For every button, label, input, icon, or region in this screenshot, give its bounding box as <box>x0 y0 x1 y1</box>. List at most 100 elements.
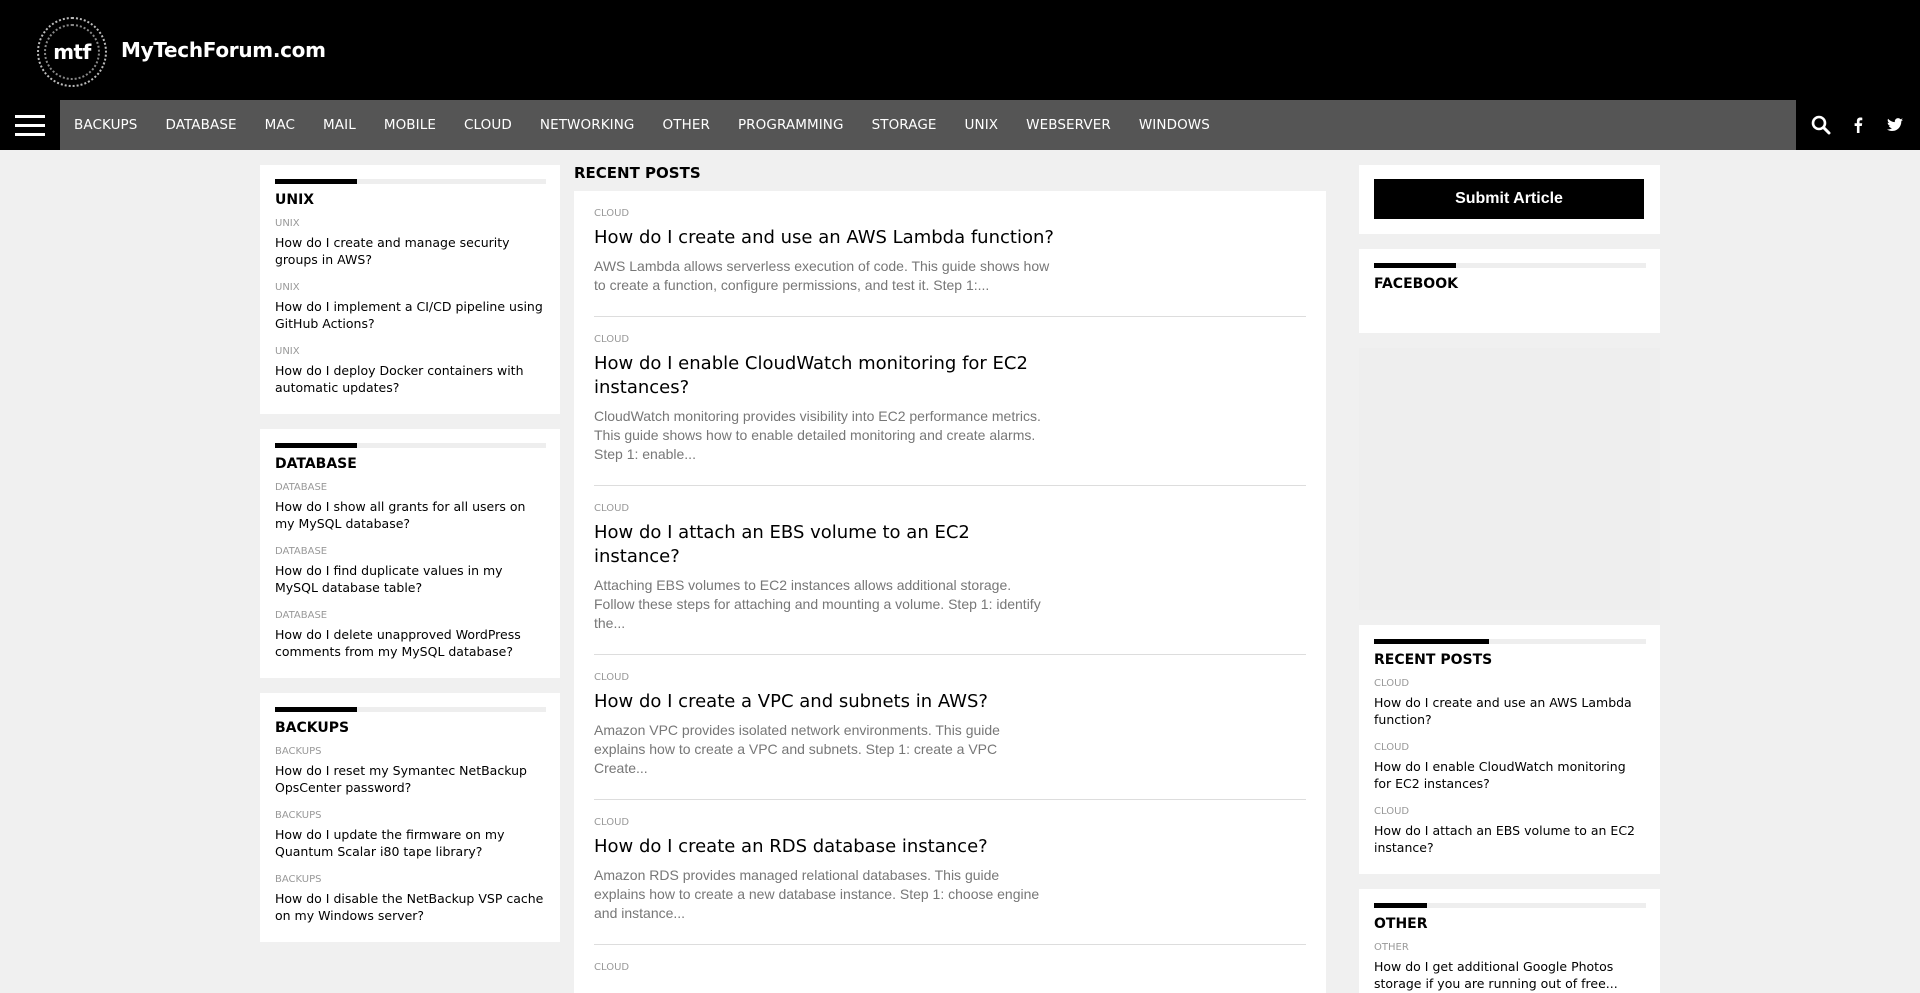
twitter-icon[interactable] <box>1880 110 1910 140</box>
post-item: CLOUD How do I enable CloudWatch monitor… <box>594 317 1306 486</box>
site-logo[interactable]: mtf <box>37 17 107 87</box>
nav-item-unix[interactable]: UNIX <box>951 117 1013 133</box>
post-title[interactable]: How do I create an RDS database instance… <box>594 835 1054 859</box>
widget-title: FACEBOOK <box>1374 276 1458 292</box>
nav-item-other[interactable]: OTHER <box>649 117 724 133</box>
list-item: UNIX How do I implement a CI/CD pipeline… <box>275 282 546 332</box>
nav-item-programming[interactable]: PROGRAMMING <box>724 117 858 133</box>
widget-divider <box>275 179 546 184</box>
post-category[interactable]: CLOUD <box>594 817 1306 828</box>
post-excerpt: CloudWatch monitoring provides visibilit… <box>594 408 1041 462</box>
nav-item-mail[interactable]: MAIL <box>309 117 370 133</box>
post-category[interactable]: CLOUD <box>594 672 1306 683</box>
item-category[interactable]: UNIX <box>275 346 546 357</box>
item-title[interactable]: How do I create and manage security grou… <box>275 235 546 268</box>
post-category[interactable]: CLOUD <box>594 208 1306 219</box>
item-category[interactable]: UNIX <box>275 282 546 293</box>
nav-actions <box>1796 100 1920 150</box>
nav-item-mobile[interactable]: MOBILE <box>370 117 450 133</box>
post-excerpt: Amazon RDS provides managed relational d… <box>594 867 1040 921</box>
post-item: CLOUD How do I create and use an AWS Lam… <box>594 191 1306 317</box>
ad-placeholder <box>1359 348 1660 610</box>
submit-article-button[interactable]: Submit Article <box>1374 179 1644 219</box>
widget-facebook: FACEBOOK <box>1359 249 1660 333</box>
left-sidebar: UNIX UNIX How do I create and manage sec… <box>260 165 560 957</box>
list-item: DATABASE How do I delete unapproved Word… <box>275 610 546 660</box>
item-title[interactable]: How do I create and use an AWS Lambda fu… <box>1374 695 1646 728</box>
widget-title: UNIX <box>275 192 315 208</box>
nav-item-backups[interactable]: BACKUPS <box>60 117 151 133</box>
widget-title: RECENT POSTS <box>1374 652 1493 668</box>
list-item: BACKUPS How do I update the firmware on … <box>275 810 546 860</box>
list-item: BACKUPS How do I reset my Symantec NetBa… <box>275 746 546 796</box>
post-title[interactable]: How do I attach an EBS volume to an EC2 … <box>594 521 1054 569</box>
item-category[interactable]: DATABASE <box>275 482 546 493</box>
post-item: CLOUD <box>594 945 1306 993</box>
list-item: BACKUPS How do I disable the NetBackup V… <box>275 874 546 924</box>
right-sidebar: Submit Article FACEBOOK RECENT POSTS CLO… <box>1359 165 1660 993</box>
item-title[interactable]: How do I delete unapproved WordPress com… <box>275 627 546 660</box>
item-category[interactable]: BACKUPS <box>275 810 546 821</box>
nav-item-database[interactable]: DATABASE <box>151 117 250 133</box>
widget-other: OTHER OTHER How do I get additional Goog… <box>1359 889 1660 993</box>
item-title[interactable]: How do I find duplicate values in my MyS… <box>275 563 546 596</box>
item-title[interactable]: How do I deploy Docker containers with a… <box>275 363 546 396</box>
list-item: CLOUD How do I enable CloudWatch monitor… <box>1374 742 1646 792</box>
nav-item-webserver[interactable]: WEBSERVER <box>1012 117 1125 133</box>
item-category[interactable]: DATABASE <box>275 546 546 557</box>
submit-widget: Submit Article <box>1359 165 1660 234</box>
widget-divider <box>1374 263 1646 268</box>
list-item: CLOUD How do I attach an EBS volume to a… <box>1374 806 1646 856</box>
list-item: UNIX How do I create and manage security… <box>275 218 546 268</box>
list-item: CLOUD How do I create and use an AWS Lam… <box>1374 678 1646 728</box>
item-title[interactable]: How do I show all grants for all users o… <box>275 499 546 532</box>
item-category[interactable]: UNIX <box>275 218 546 229</box>
item-category[interactable]: BACKUPS <box>275 874 546 885</box>
widget-divider <box>275 443 546 448</box>
item-category[interactable]: CLOUD <box>1374 678 1646 689</box>
post-category[interactable]: CLOUD <box>594 503 1306 514</box>
widget-backups: BACKUPS BACKUPS How do I reset my Symant… <box>260 693 560 942</box>
post-category[interactable]: CLOUD <box>594 962 1306 973</box>
item-category[interactable]: CLOUD <box>1374 742 1646 753</box>
item-category[interactable]: BACKUPS <box>275 746 546 757</box>
search-icon[interactable] <box>1806 110 1836 140</box>
item-category[interactable]: OTHER <box>1374 942 1646 953</box>
facebook-icon[interactable] <box>1843 110 1873 140</box>
list-item: UNIX How do I deploy Docker containers w… <box>275 346 546 396</box>
nav-item-networking[interactable]: NETWORKING <box>526 117 649 133</box>
post-item: CLOUD How do I attach an EBS volume to a… <box>594 486 1306 655</box>
site-name[interactable]: MyTechForum.com <box>121 38 326 62</box>
list-item: OTHER How do I get additional Google Pho… <box>1374 942 1646 992</box>
widget-divider <box>1374 903 1646 908</box>
widget-title: OTHER <box>1374 916 1428 932</box>
item-title[interactable]: How do I disable the NetBackup VSP cache… <box>275 891 546 924</box>
main-navigation: BACKUPS DATABASE MAC MAIL MOBILE CLOUD N… <box>0 100 1920 150</box>
post-title[interactable]: How do I create and use an AWS Lambda fu… <box>594 226 1054 250</box>
widget-recent-posts: RECENT POSTS CLOUD How do I create and u… <box>1359 625 1660 874</box>
item-title[interactable]: How do I enable CloudWatch monitoring fo… <box>1374 759 1646 792</box>
nav-item-mac[interactable]: MAC <box>251 117 309 133</box>
site-header: mtf MyTechForum.com <box>0 0 1920 100</box>
post-excerpt: Attaching EBS volumes to EC2 instances a… <box>594 577 1041 631</box>
item-title[interactable]: How do I reset my Symantec NetBackup Ops… <box>275 763 546 796</box>
widget-divider <box>275 707 546 712</box>
item-title[interactable]: How do I implement a CI/CD pipeline usin… <box>275 299 546 332</box>
item-title[interactable]: How do I get additional Google Photos st… <box>1374 959 1646 992</box>
nav-item-windows[interactable]: WINDOWS <box>1125 117 1224 133</box>
logo-text: mtf <box>53 40 91 64</box>
post-category[interactable]: CLOUD <box>594 334 1306 345</box>
widget-database: DATABASE DATABASE How do I show all gran… <box>260 429 560 678</box>
item-title[interactable]: How do I update the firmware on my Quant… <box>275 827 546 860</box>
item-category[interactable]: CLOUD <box>1374 806 1646 817</box>
nav-menu: BACKUPS DATABASE MAC MAIL MOBILE CLOUD N… <box>60 100 1224 150</box>
post-title[interactable]: How do I enable CloudWatch monitoring fo… <box>594 352 1054 400</box>
item-title[interactable]: How do I attach an EBS volume to an EC2 … <box>1374 823 1646 856</box>
item-category[interactable]: DATABASE <box>275 610 546 621</box>
widget-divider <box>1374 639 1646 644</box>
menu-icon[interactable] <box>0 100 60 150</box>
post-title[interactable]: How do I create a VPC and subnets in AWS… <box>594 690 1054 714</box>
nav-item-storage[interactable]: STORAGE <box>858 117 951 133</box>
nav-item-cloud[interactable]: CLOUD <box>450 117 526 133</box>
list-item: DATABASE How do I show all grants for al… <box>275 482 546 532</box>
